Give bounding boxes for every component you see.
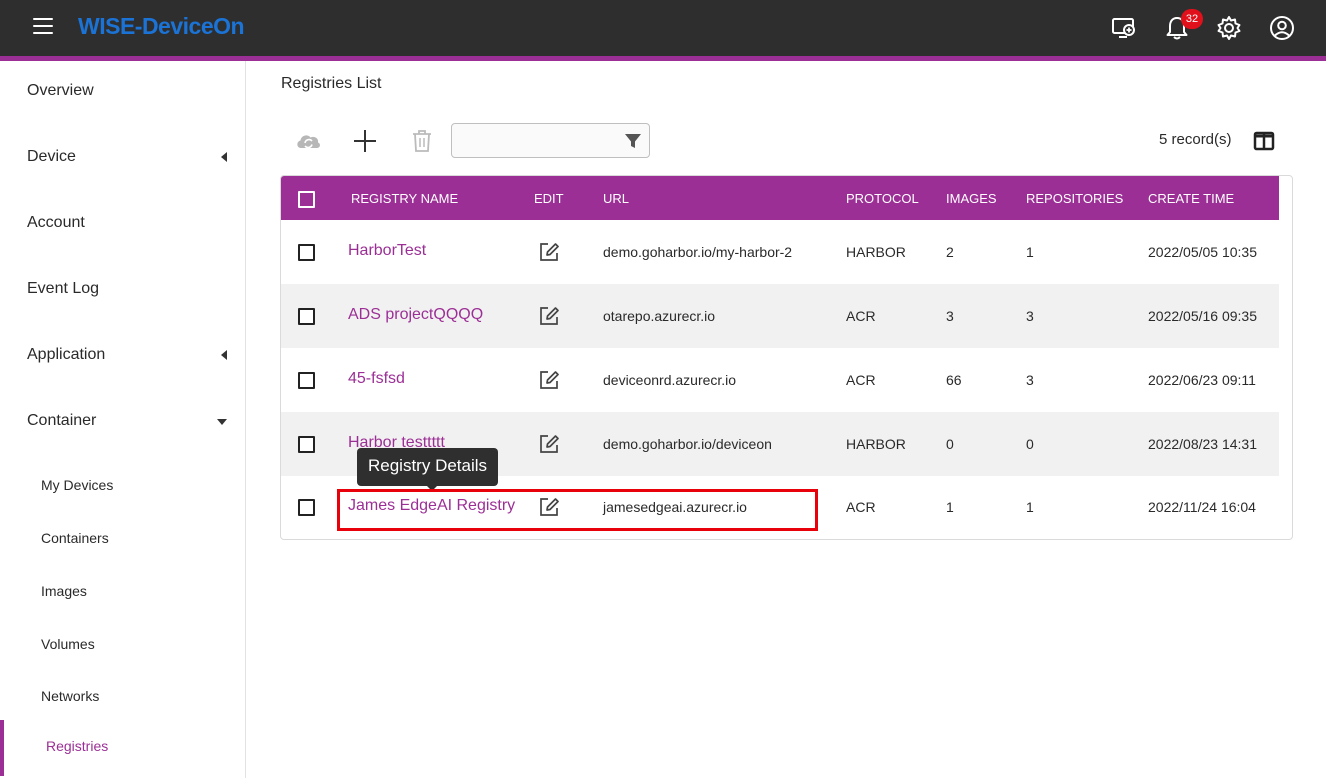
row-checkbox[interactable] (298, 244, 315, 261)
edit-icon[interactable] (538, 241, 560, 263)
registry-repositories: 3 (1026, 308, 1034, 324)
registry-repositories: 1 (1026, 499, 1034, 515)
remote-screen-icon[interactable] (1110, 14, 1138, 42)
registry-images: 2 (946, 244, 954, 260)
tooltip: Registry Details (357, 448, 499, 486)
registry-protocol: HARBOR (846, 436, 906, 452)
table-row[interactable]: 45-fsfsd deviceonrd.azurecr.io ACR 66 3 … (281, 348, 1279, 412)
record-count: 5 record(s) (1159, 131, 1232, 148)
tooltip-arrow (426, 485, 438, 491)
registry-create-time: 2022/05/16 09:35 (1148, 308, 1257, 324)
sidebar-subitem-label: My Devices (41, 477, 114, 493)
columns-icon[interactable] (1253, 130, 1275, 152)
sidebar-subitem-volumes[interactable]: Volumes (0, 624, 245, 664)
table-row[interactable]: ADS projectQQQQ otarepo.azurecr.io ACR 3… (281, 284, 1279, 348)
registry-images: 1 (946, 499, 954, 515)
registry-url: demo.goharbor.io/deviceon (603, 436, 772, 452)
header-repositories[interactable]: REPOSITORIES (1026, 191, 1123, 206)
registry-images: 66 (946, 372, 962, 388)
row-checkbox[interactable] (298, 436, 315, 453)
registry-protocol: HARBOR (846, 244, 906, 260)
top-bar: WISE-DeviceOn 32 (0, 0, 1326, 56)
registry-protocol: ACR (846, 499, 876, 515)
sidebar-item-account[interactable]: Account (0, 204, 245, 244)
registry-repositories: 1 (1026, 244, 1034, 260)
sidebar-item-device[interactable]: Device (0, 138, 245, 178)
registry-create-time: 2022/06/23 09:11 (1148, 372, 1256, 388)
edit-icon[interactable] (538, 433, 560, 455)
registry-images: 3 (946, 308, 954, 324)
sidebar-item-label: Overview (27, 82, 94, 99)
row-checkbox[interactable] (298, 499, 315, 516)
sidebar-item-label: Container (27, 412, 97, 429)
active-indicator (0, 720, 4, 776)
registry-name-link[interactable]: ADS projectQQQQ (348, 306, 483, 324)
sidebar-subitem-label: Networks (41, 688, 100, 704)
caret-down-icon (217, 419, 227, 425)
sidebar-item-label: Device (27, 148, 76, 165)
registry-url: demo.goharbor.io/my-harbor-2 (603, 244, 793, 260)
sidebar-item-event-log[interactable]: Event Log (0, 270, 245, 310)
account-circle-icon[interactable] (1268, 14, 1296, 42)
header-create-time[interactable]: CREATE TIME (1148, 191, 1234, 206)
registry-images: 0 (946, 436, 954, 452)
header-images[interactable]: IMAGES (946, 191, 997, 206)
sidebar-item-label: Account (27, 214, 85, 231)
sidebar-subitem-label: Containers (41, 530, 109, 546)
edit-icon[interactable] (538, 305, 560, 327)
filter-field[interactable] (451, 123, 650, 158)
page-title: Registries List (281, 75, 382, 92)
header-registry-name[interactable]: REGISTRY NAME (351, 191, 458, 206)
sidebar-subitem-networks[interactable]: Networks (0, 676, 245, 716)
sidebar-item-overview[interactable]: Overview (0, 72, 245, 112)
registry-create-time: 2022/11/24 16:04 (1148, 499, 1256, 515)
select-all-checkbox[interactable] (298, 191, 315, 208)
registry-create-time: 2022/05/05 10:35 (1148, 244, 1257, 260)
caret-left-icon (221, 152, 227, 162)
table-row[interactable]: HarborTest demo.goharbor.io/my-harbor-2 … (281, 220, 1279, 284)
notification-badge: 32 (1181, 9, 1203, 29)
registry-name-link[interactable]: HarborTest (348, 242, 426, 260)
sidebar-item-application[interactable]: Application (0, 336, 245, 376)
registry-url: jamesedgeai.azurecr.io (603, 499, 747, 515)
cloud-sync-icon[interactable] (293, 126, 323, 156)
sidebar-item-container[interactable]: Container (0, 402, 245, 442)
header-url[interactable]: URL (603, 191, 629, 206)
header-edit: EDIT (534, 191, 564, 206)
filter-input[interactable] (458, 130, 613, 152)
sidebar-subitem-containers[interactable]: Containers (0, 518, 245, 558)
sidebar-item-label: Application (27, 346, 106, 363)
brand-logo: WISE-DeviceOn (78, 13, 245, 39)
edit-icon[interactable] (538, 496, 560, 518)
table-header: REGISTRY NAME EDIT URL PROTOCOL IMAGES R… (281, 176, 1279, 220)
row-checkbox[interactable] (298, 372, 315, 389)
registry-protocol: ACR (846, 372, 876, 388)
row-checkbox[interactable] (298, 308, 315, 325)
caret-left-icon (221, 350, 227, 360)
sidebar-subitem-images[interactable]: Images (0, 571, 245, 611)
registry-repositories: 3 (1026, 372, 1034, 388)
trash-icon[interactable] (407, 126, 437, 156)
registry-name-link[interactable]: James EdgeAI Registry (348, 497, 515, 515)
sidebar: Overview Device Account Event Log Applic… (0, 61, 246, 778)
sidebar-subitem-my-devices[interactable]: My Devices (0, 465, 245, 505)
filter-icon[interactable] (624, 132, 642, 150)
registry-repositories: 0 (1026, 436, 1034, 452)
registry-protocol: ACR (846, 308, 876, 324)
sidebar-subitem-label: Volumes (41, 636, 95, 652)
registry-url: otarepo.azurecr.io (603, 308, 716, 324)
registry-create-time: 2022/08/23 14:31 (1148, 436, 1257, 452)
menu-icon[interactable] (33, 18, 53, 36)
sidebar-item-label: Event Log (27, 280, 100, 297)
edit-icon[interactable] (538, 369, 560, 391)
gear-icon[interactable] (1215, 14, 1243, 42)
registry-name-link[interactable]: 45-fsfsd (348, 370, 405, 388)
sidebar-subitem-label: Images (41, 583, 87, 599)
add-icon[interactable] (350, 126, 380, 156)
header-protocol[interactable]: PROTOCOL (846, 191, 919, 206)
sidebar-subitem-registries[interactable]: Registries (0, 720, 245, 776)
registry-url: deviceonrd.azurecr.io (603, 372, 737, 388)
sidebar-subitem-label: Registries (46, 738, 109, 754)
